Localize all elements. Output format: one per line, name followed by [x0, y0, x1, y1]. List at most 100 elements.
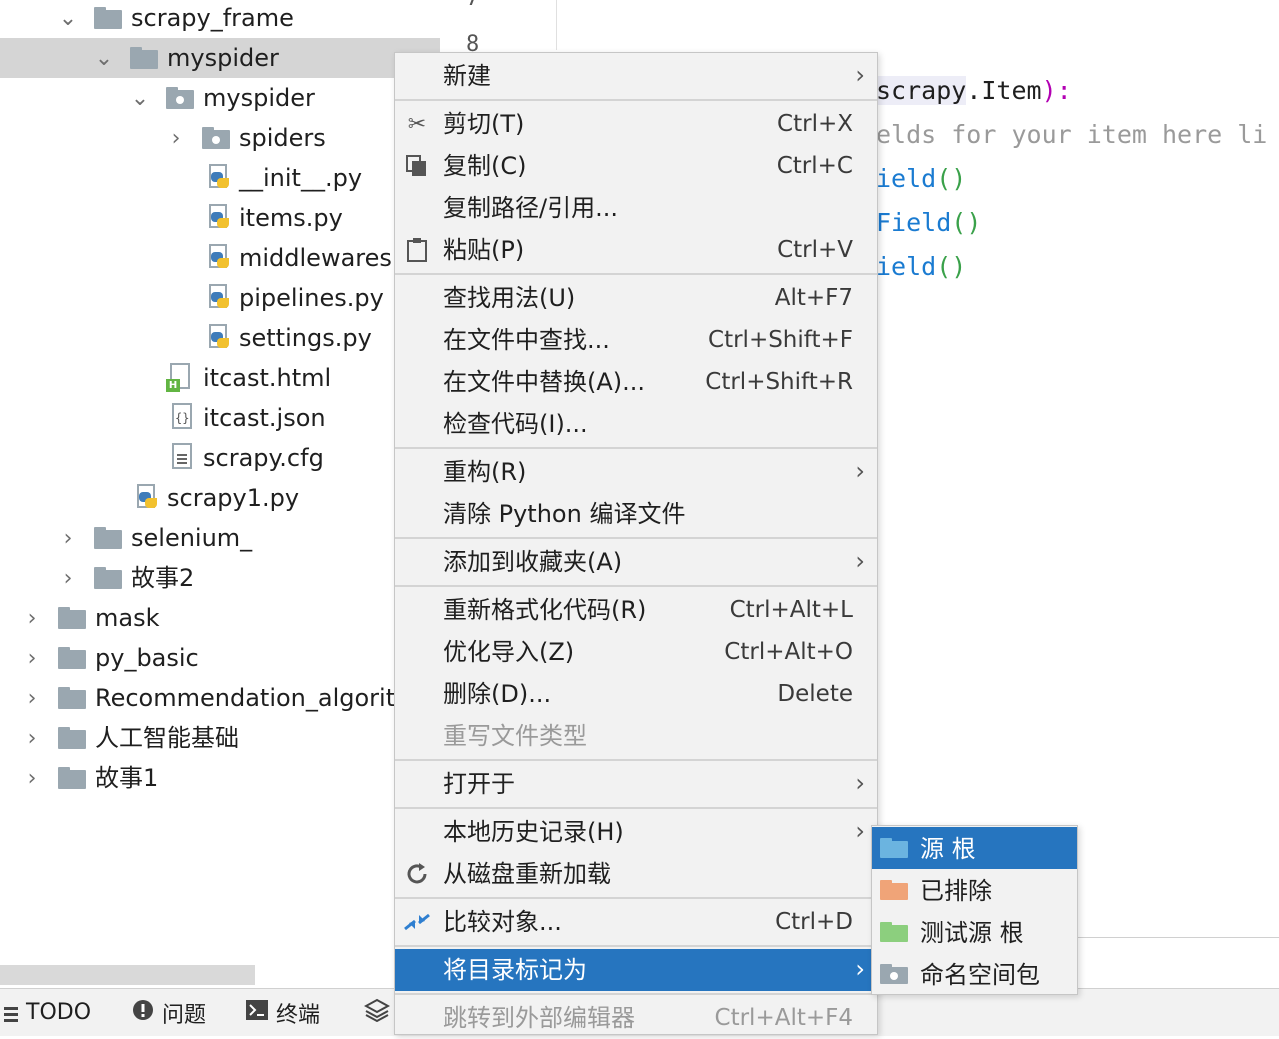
tree-item-label: itcast.json — [203, 404, 326, 432]
tree-item-label: scrapy.cfg — [203, 444, 324, 472]
chevron-right-icon[interactable]: › — [20, 606, 44, 631]
tree-item-py-basic[interactable]: › py_basic — [0, 638, 440, 678]
chevron-right-icon: › — [855, 61, 865, 89]
tree-horizontal-scrollbar[interactable] — [0, 965, 255, 985]
tree-item-settings-py[interactable]: settings.py — [0, 318, 440, 358]
menu-item-refactor[interactable]: 重构(R) › — [395, 451, 877, 493]
chevron-down-icon[interactable]: ⌄ — [92, 46, 116, 71]
tree-item-label: middlewares.p — [239, 244, 415, 272]
terminal-icon — [246, 999, 268, 1026]
chevron-right-icon[interactable]: › — [164, 126, 188, 151]
tree-item-spiders[interactable]: › spiders — [0, 118, 440, 158]
chevron-down-icon[interactable]: ⌄ — [128, 86, 152, 111]
tree-item-myspider-package[interactable]: ⌄ myspider — [0, 78, 440, 118]
submenu-item-excluded[interactable]: 已排除 — [872, 869, 1077, 911]
tree-item-middlewares-py[interactable]: middlewares.p — [0, 238, 440, 278]
tree-item-selenium[interactable]: › selenium_ — [0, 518, 440, 558]
chevron-right-icon[interactable]: › — [20, 726, 44, 751]
menu-separator — [395, 273, 877, 275]
code-token: scrapy — [876, 76, 967, 105]
tree-item-myspider[interactable]: ⌄ myspider — [0, 38, 440, 78]
menu-item-new[interactable]: 新建 › — [395, 55, 877, 97]
menu-item-optimize-imports[interactable]: 优化导入(Z) Ctrl+Alt+O — [395, 631, 877, 673]
chevron-right-icon: › — [855, 817, 865, 845]
tree-item-mask[interactable]: › mask — [0, 598, 440, 638]
terminal-tool-button[interactable]: 终端 — [246, 989, 320, 1036]
sources-root-folder-icon — [880, 838, 908, 858]
tree-item-label: Recommendation_algorith — [95, 684, 411, 712]
chevron-right-icon: › — [855, 457, 865, 485]
todo-tool-button[interactable]: TODO — [4, 989, 91, 1036]
chevron-right-icon[interactable]: › — [20, 646, 44, 671]
menu-separator — [395, 585, 877, 587]
folder-icon — [94, 7, 122, 29]
menu-item-override-file-type: 重写文件类型 — [443, 722, 587, 750]
chevron-right-icon[interactable]: › — [56, 566, 80, 591]
folder-icon — [58, 727, 86, 749]
tree-item-label: myspider — [167, 44, 279, 72]
menu-item-add-to-favorites[interactable]: 添加到收藏夹(A) › — [395, 541, 877, 583]
tree-item-scrapy1-py[interactable]: scrapy1.py — [0, 478, 440, 518]
menu-item-find-usages[interactable]: 查找用法(U) Alt+F7 — [395, 277, 877, 319]
chevron-right-icon[interactable]: › — [56, 526, 80, 551]
problems-tool-button[interactable]: 问题 — [132, 989, 206, 1036]
tree-item-recommendation-algorithm[interactable]: › Recommendation_algorith — [0, 678, 440, 718]
layers-icon — [363, 998, 391, 1028]
tree-item-label: myspider — [203, 84, 315, 112]
terminal-label: 终端 — [276, 1002, 321, 1028]
tree-item-ai-basics[interactable]: › 人工智能基础 — [0, 718, 440, 758]
code-line: Field() — [876, 208, 981, 237]
menu-separator — [395, 759, 877, 761]
excluded-folder-icon — [880, 880, 908, 900]
tree-item-label: __init__.py — [239, 164, 363, 192]
chevron-right-icon[interactable]: › — [20, 766, 44, 791]
tree-item-itcast-json[interactable]: {} itcast.json — [0, 398, 440, 438]
menu-separator — [395, 537, 877, 539]
menu-item-replace-in-files[interactable]: 在文件中替换(A)... Ctrl+Shift+R — [395, 361, 877, 403]
tree-item-story2[interactable]: › 故事2 — [0, 558, 440, 598]
menu-item-mark-directory-as[interactable]: 将目录标记为 › — [395, 949, 877, 991]
python-file-icon — [206, 244, 232, 272]
submenu-item-sources-root[interactable]: 源 根 — [872, 827, 1077, 869]
scissors-icon: ✂ — [407, 111, 427, 137]
tree-item-init-py[interactable]: __init__.py — [0, 158, 440, 198]
tree-item-scrapy-frame[interactable]: ⌄ scrapy_frame — [0, 0, 440, 38]
layers-tool-button[interactable] — [363, 989, 398, 1036]
python-file-icon — [206, 164, 232, 192]
tree-item-label: 故事2 — [131, 564, 195, 592]
json-file-icon: {} — [168, 403, 194, 433]
menu-item-delete[interactable]: 删除(D)... Delete — [395, 673, 877, 715]
menu-item-copy-path[interactable]: 复制路径/引用... — [395, 187, 877, 229]
submenu-item-namespace-package[interactable]: 命名空间包 — [872, 953, 1077, 995]
menu-item-inspect-code[interactable]: 检查代码(I)... — [395, 403, 877, 445]
menu-item-find-in-files[interactable]: 在文件中查找... Ctrl+Shift+F — [395, 319, 877, 361]
tree-item-label: settings.py — [239, 324, 372, 352]
problems-label: 问题 — [162, 1002, 207, 1028]
chevron-right-icon[interactable]: › — [20, 686, 44, 711]
tree-item-itcast-html[interactable]: H itcast.html — [0, 358, 440, 398]
menu-item-copy[interactable]: 复制(C) Ctrl+C — [395, 145, 877, 187]
menu-item-compare-with[interactable]: 比较对象... Ctrl+D — [395, 901, 877, 943]
submenu-item-test-sources-root[interactable]: 测试源 根 — [872, 911, 1077, 953]
tree-item-label: pipelines.py — [239, 284, 384, 312]
mark-directory-submenu: 源 根 已排除 测试源 根 命名空间包 — [871, 825, 1078, 995]
menu-item-cut[interactable]: ✂ 剪切(T) Ctrl+X — [395, 103, 877, 145]
menu-item-reload-from-disk[interactable]: 从磁盘重新加载 — [395, 853, 877, 895]
tree-item-items-py[interactable]: items.py — [0, 198, 440, 238]
menu-item-open-in[interactable]: 打开于 › — [395, 763, 877, 805]
config-file-icon — [168, 443, 194, 473]
menu-item-paste[interactable]: 粘贴(P) Ctrl+V — [395, 229, 877, 271]
tree-item-pipelines-py[interactable]: pipelines.py — [0, 278, 440, 318]
chevron-right-icon: › — [855, 547, 865, 575]
chevron-down-icon[interactable]: ⌄ — [56, 6, 80, 31]
todo-label: TODO — [26, 1000, 92, 1025]
code-line: ield() — [876, 164, 966, 193]
tree-item-scrapy-cfg[interactable]: scrapy.cfg — [0, 438, 440, 478]
menu-item-reformat-code[interactable]: 重新格式化代码(R) Ctrl+Alt+L — [395, 589, 877, 631]
namespace-package-folder-icon — [880, 964, 908, 984]
tree-item-story1[interactable]: › 故事1 — [0, 758, 440, 798]
editor-gutter — [440, 0, 557, 50]
menu-item-local-history[interactable]: 本地历史记录(H) › — [395, 811, 877, 853]
paste-icon — [403, 237, 431, 263]
menu-item-clean-python-compiled[interactable]: 清除 Python 编译文件 — [395, 493, 877, 535]
